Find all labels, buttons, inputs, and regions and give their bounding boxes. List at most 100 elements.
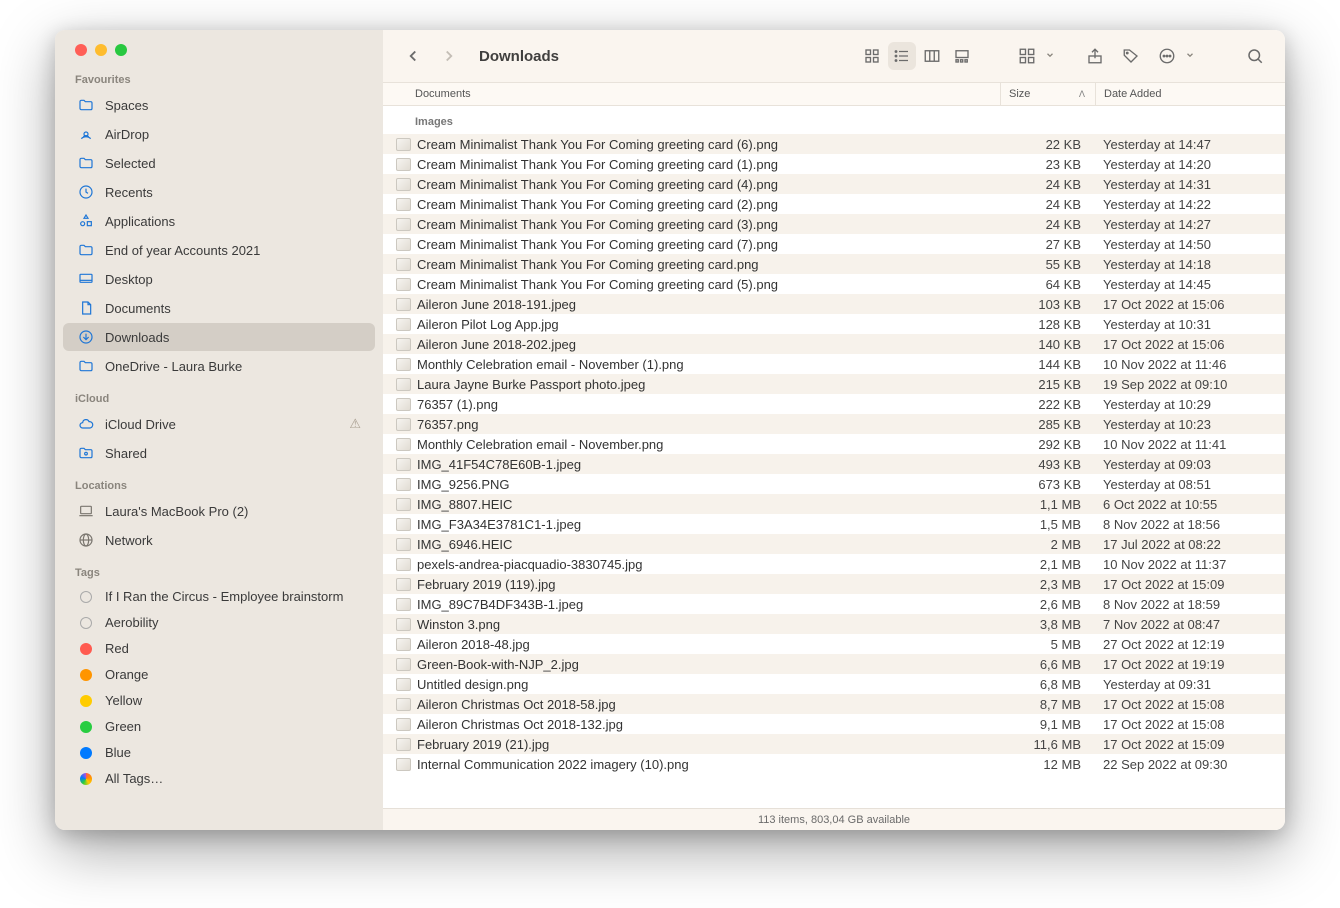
sidebar-item[interactable]: Orange bbox=[63, 662, 375, 687]
sidebar-item[interactable]: Spaces bbox=[63, 91, 375, 119]
fullscreen-window-button[interactable] bbox=[115, 44, 127, 56]
file-row[interactable]: Aileron June 2018-202.jpeg140 KB17 Oct 2… bbox=[383, 334, 1285, 354]
sidebar-item[interactable]: Shared bbox=[63, 439, 375, 467]
sidebar-item[interactable]: AirDrop bbox=[63, 120, 375, 148]
sidebar-item[interactable]: Recents bbox=[63, 178, 375, 206]
close-window-button[interactable] bbox=[75, 44, 87, 56]
back-button[interactable] bbox=[399, 42, 427, 70]
sidebar-item[interactable]: End of year Accounts 2021 bbox=[63, 236, 375, 264]
sidebar-item[interactable]: Applications bbox=[63, 207, 375, 235]
file-row[interactable]: Cream Minimalist Thank You For Coming gr… bbox=[383, 274, 1285, 294]
forward-button[interactable] bbox=[435, 42, 463, 70]
column-header-date[interactable]: Date Added bbox=[1095, 83, 1285, 105]
file-row[interactable]: Monthly Celebration email - November (1)… bbox=[383, 354, 1285, 374]
file-row[interactable]: Cream Minimalist Thank You For Coming gr… bbox=[383, 174, 1285, 194]
sidebar-item-label: Aerobility bbox=[105, 615, 158, 630]
file-size: 24 KB bbox=[1000, 217, 1095, 232]
search-button[interactable] bbox=[1241, 42, 1269, 70]
file-row[interactable]: February 2019 (21).jpg11,6 MB17 Oct 2022… bbox=[383, 734, 1285, 754]
file-icon bbox=[395, 736, 411, 752]
sidebar-item[interactable]: Desktop bbox=[63, 265, 375, 293]
share-button[interactable] bbox=[1081, 42, 1109, 70]
gallery-view-button[interactable] bbox=[948, 42, 976, 70]
sidebar-item[interactable]: Red bbox=[63, 636, 375, 661]
file-row[interactable]: 76357.png285 KBYesterday at 10:23 bbox=[383, 414, 1285, 434]
file-date: Yesterday at 14:47 bbox=[1095, 137, 1285, 152]
file-size: 5 MB bbox=[1000, 637, 1095, 652]
file-size: 11,6 MB bbox=[1000, 737, 1095, 752]
file-date: Yesterday at 14:45 bbox=[1095, 277, 1285, 292]
file-row[interactable]: Laura Jayne Burke Passport photo.jpeg215… bbox=[383, 374, 1285, 394]
minimize-window-button[interactable] bbox=[95, 44, 107, 56]
column-headers: Documents Sizeᐱ Date Added bbox=[383, 82, 1285, 106]
file-row[interactable]: Cream Minimalist Thank You For Coming gr… bbox=[383, 254, 1285, 274]
file-row[interactable]: Internal Communication 2022 imagery (10)… bbox=[383, 754, 1285, 774]
file-date: 10 Nov 2022 at 11:46 bbox=[1095, 357, 1285, 372]
file-name: Aileron Pilot Log App.jpg bbox=[417, 317, 1000, 332]
sidebar-item[interactable]: Downloads bbox=[63, 323, 375, 351]
column-header-size[interactable]: Sizeᐱ bbox=[1000, 83, 1095, 105]
cloud-icon bbox=[77, 415, 95, 433]
file-row[interactable]: Monthly Celebration email - November.png… bbox=[383, 434, 1285, 454]
sidebar-item[interactable]: iCloud Drive⚠ bbox=[63, 410, 375, 438]
sidebar-item[interactable]: If I Ran the Circus - Employee brainstor… bbox=[63, 584, 375, 609]
file-row[interactable]: Cream Minimalist Thank You For Coming gr… bbox=[383, 134, 1285, 154]
doc-icon bbox=[77, 299, 95, 317]
file-list[interactable]: Images Cream Minimalist Thank You For Co… bbox=[383, 106, 1285, 808]
column-header-name[interactable]: Documents bbox=[383, 88, 1000, 100]
list-view-button[interactable] bbox=[888, 42, 916, 70]
file-date: 10 Nov 2022 at 11:37 bbox=[1095, 557, 1285, 572]
file-row[interactable]: Aileron Christmas Oct 2018-132.jpg9,1 MB… bbox=[383, 714, 1285, 734]
sidebar-item[interactable]: OneDrive - Laura Burke bbox=[63, 352, 375, 380]
file-row[interactable]: IMG_8807.HEIC1,1 MB6 Oct 2022 at 10:55 bbox=[383, 494, 1285, 514]
file-size: 3,8 MB bbox=[1000, 617, 1095, 632]
file-size: 27 KB bbox=[1000, 237, 1095, 252]
group-by-button[interactable] bbox=[1013, 42, 1041, 70]
file-row[interactable]: Aileron June 2018-191.jpeg103 KB17 Oct 2… bbox=[383, 294, 1285, 314]
file-row[interactable]: Aileron Christmas Oct 2018-58.jpg8,7 MB1… bbox=[383, 694, 1285, 714]
file-row[interactable]: Green-Book-with-NJP_2.jpg6,6 MB17 Oct 20… bbox=[383, 654, 1285, 674]
file-row[interactable]: IMG_F3A34E3781C1-1.jpeg1,5 MB8 Nov 2022 … bbox=[383, 514, 1285, 534]
column-view-button[interactable] bbox=[918, 42, 946, 70]
file-name: Cream Minimalist Thank You For Coming gr… bbox=[417, 137, 1000, 152]
file-row[interactable]: IMG_41F54C78E60B-1.jpeg493 KBYesterday a… bbox=[383, 454, 1285, 474]
file-row[interactable]: IMG_9256.PNG673 KBYesterday at 08:51 bbox=[383, 474, 1285, 494]
file-row[interactable]: IMG_89C7B4DF343B-1.jpeg2,6 MB8 Nov 2022 … bbox=[383, 594, 1285, 614]
sidebar-item[interactable]: Selected bbox=[63, 149, 375, 177]
sidebar-item-label: Green bbox=[105, 719, 141, 734]
file-row[interactable]: Cream Minimalist Thank You For Coming gr… bbox=[383, 154, 1285, 174]
file-row[interactable]: Untitled design.png6,8 MBYesterday at 09… bbox=[383, 674, 1285, 694]
sidebar-item[interactable]: Network bbox=[63, 526, 375, 554]
sidebar-item[interactable]: Green bbox=[63, 714, 375, 739]
tag-dot-icon bbox=[80, 617, 92, 629]
tags-button[interactable] bbox=[1117, 42, 1145, 70]
tag-dot-icon bbox=[80, 721, 92, 733]
file-row[interactable]: 76357 (1).png222 KBYesterday at 10:29 bbox=[383, 394, 1285, 414]
file-size: 215 KB bbox=[1000, 377, 1095, 392]
file-row[interactable]: Aileron Pilot Log App.jpg128 KBYesterday… bbox=[383, 314, 1285, 334]
icon-view-button[interactable] bbox=[858, 42, 886, 70]
file-date: Yesterday at 14:50 bbox=[1095, 237, 1285, 252]
action-menu-button[interactable] bbox=[1153, 42, 1181, 70]
file-row[interactable]: Cream Minimalist Thank You For Coming gr… bbox=[383, 214, 1285, 234]
file-icon bbox=[395, 376, 411, 392]
file-row[interactable]: Cream Minimalist Thank You For Coming gr… bbox=[383, 234, 1285, 254]
sidebar-item[interactable]: Yellow bbox=[63, 688, 375, 713]
file-row[interactable]: Winston 3.png3,8 MB7 Nov 2022 at 08:47 bbox=[383, 614, 1285, 634]
file-row[interactable]: IMG_6946.HEIC2 MB17 Jul 2022 at 08:22 bbox=[383, 534, 1285, 554]
sidebar-item[interactable]: Documents bbox=[63, 294, 375, 322]
sidebar-item[interactable]: All Tags… bbox=[63, 766, 375, 791]
file-date: 17 Oct 2022 at 15:09 bbox=[1095, 737, 1285, 752]
sidebar-item[interactable]: Laura's MacBook Pro (2) bbox=[63, 497, 375, 525]
file-name: Internal Communication 2022 imagery (10)… bbox=[417, 757, 1000, 772]
file-name: IMG_F3A34E3781C1-1.jpeg bbox=[417, 517, 1000, 532]
file-row[interactable]: February 2019 (119).jpg2,3 MB17 Oct 2022… bbox=[383, 574, 1285, 594]
file-row[interactable]: Cream Minimalist Thank You For Coming gr… bbox=[383, 194, 1285, 214]
sidebar-item[interactable]: Blue bbox=[63, 740, 375, 765]
sidebar-item[interactable]: Aerobility bbox=[63, 610, 375, 635]
file-name: Cream Minimalist Thank You For Coming gr… bbox=[417, 217, 1000, 232]
file-size: 64 KB bbox=[1000, 277, 1095, 292]
file-row[interactable]: Aileron 2018-48.jpg5 MB27 Oct 2022 at 12… bbox=[383, 634, 1285, 654]
file-row[interactable]: pexels-andrea-piacquadio-3830745.jpg2,1 … bbox=[383, 554, 1285, 574]
file-date: Yesterday at 14:31 bbox=[1095, 177, 1285, 192]
